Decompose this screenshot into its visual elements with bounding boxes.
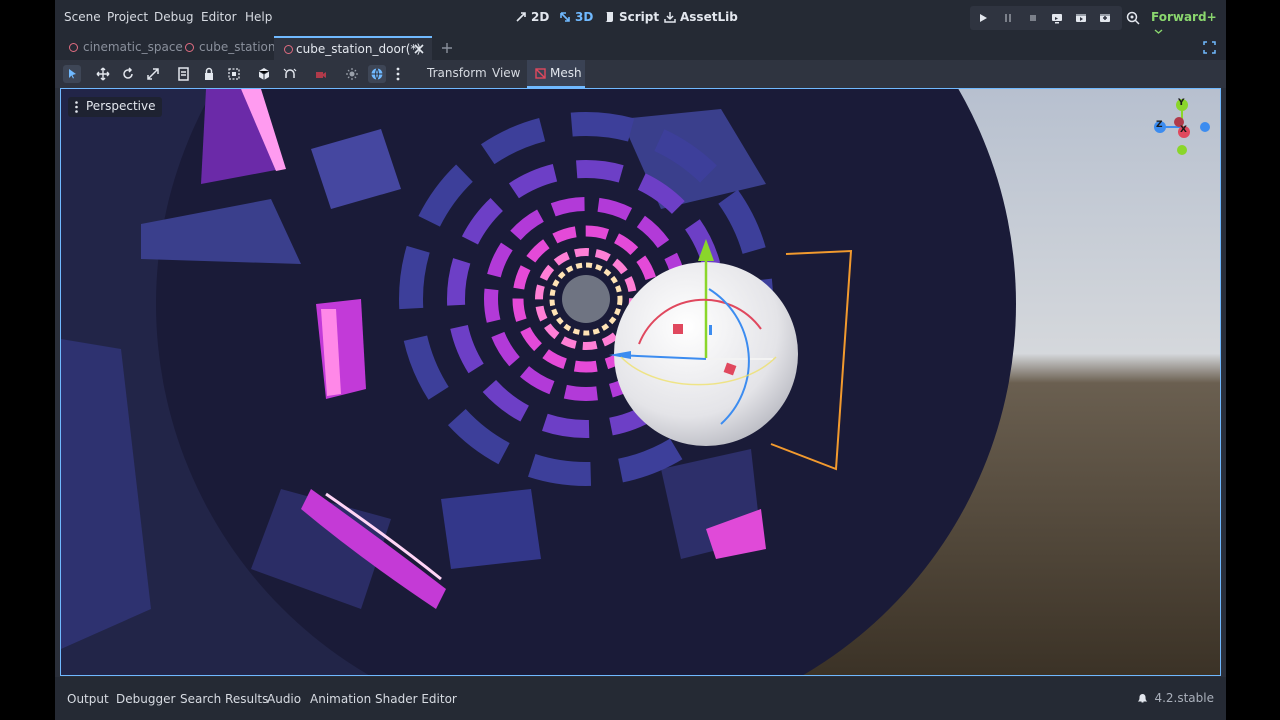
stop-icon[interactable] (1026, 11, 1040, 25)
group-button[interactable] (225, 65, 243, 83)
kebab-menu-icon (396, 67, 400, 81)
lock-button[interactable] (200, 65, 218, 83)
axis-label-z: Z (1156, 120, 1163, 130)
renderer-selector[interactable]: Forward+ (1151, 10, 1226, 38)
workspace-3d-label: 3D (575, 10, 594, 24)
orientation-gizmo[interactable]: Y Z X (1146, 97, 1211, 157)
kebab-menu-icon (75, 101, 78, 113)
tab-output[interactable]: Output (67, 692, 109, 706)
more-options-button[interactable] (393, 65, 403, 83)
axis-label-x: X (1180, 125, 1187, 135)
version-info[interactable]: 4.2.stable (1137, 691, 1214, 705)
menu-transform[interactable]: Transform (427, 66, 487, 80)
tab-label: cube_station_door(*) (296, 42, 422, 56)
menu-debug[interactable]: Debug (154, 10, 193, 24)
download-icon (664, 12, 676, 23)
workspace-assetlib-button[interactable]: AssetLib (664, 10, 738, 24)
perspective-label: Perspective (86, 99, 156, 113)
tab-animation[interactable]: Animation (310, 692, 371, 706)
menu-view[interactable]: View (492, 66, 520, 80)
select-arrow-icon (69, 69, 76, 79)
workspace-script-label: Script (619, 10, 660, 24)
play-scene-icon[interactable] (1074, 11, 1088, 25)
list-tool-button[interactable] (175, 65, 193, 83)
scene-tab-icon (185, 43, 194, 52)
3d-icon (560, 12, 570, 22)
list-select-icon (178, 67, 189, 81)
play-custom-scene-icon[interactable] (1098, 11, 1112, 25)
local-space-button[interactable] (255, 65, 273, 83)
tab-cube-station[interactable]: cube_station (185, 36, 276, 60)
scene-tabs: cinematic_space cube_station cube_statio… (55, 36, 1226, 60)
tab-search-results[interactable]: Search Results (180, 692, 268, 706)
tab-cube-station-door[interactable]: cube_station_door(*) (274, 36, 432, 60)
run-controls (970, 6, 1122, 30)
group-icon (228, 68, 240, 80)
lock-icon (205, 67, 213, 80)
scene-tab-icon (284, 45, 293, 54)
menu-project[interactable]: Project (107, 10, 148, 24)
menu-mesh-label: Mesh (550, 66, 582, 80)
tab-cinematic-space[interactable]: cinematic_space (69, 36, 183, 60)
menu-bar: Scene Project Debug Editor Help 2D 3D Sc… (55, 0, 1226, 36)
preview-camera-button[interactable] (312, 65, 330, 83)
add-tab-icon[interactable] (441, 42, 453, 54)
distraction-free-icon[interactable] (1203, 41, 1216, 54)
menu-help[interactable]: Help (245, 10, 272, 24)
menu-scene[interactable]: Scene (64, 10, 101, 24)
globe-icon (371, 68, 383, 81)
select-tool-button[interactable] (63, 65, 81, 83)
rotate-tool-button[interactable] (119, 65, 137, 83)
close-icon[interactable] (414, 44, 424, 54)
workspace-3d-button[interactable]: 3D (559, 10, 593, 24)
tab-label: cinematic_space (83, 40, 183, 54)
tab-debugger[interactable]: Debugger (116, 692, 175, 706)
scene-tab-icon (69, 43, 78, 52)
snap-icon (283, 68, 297, 78)
workspace-assetlib-label: AssetLib (680, 10, 738, 24)
menu-mesh[interactable]: Mesh (527, 60, 585, 88)
scale-icon (147, 68, 159, 80)
renderer-label: Forward+ (1151, 10, 1217, 24)
script-icon (605, 12, 613, 22)
workspace-2d-label: 2D (531, 10, 550, 24)
movie-maker-icon[interactable] (1126, 11, 1140, 25)
bottom-panel: Output Debugger Search Results Audio Ani… (55, 677, 1226, 720)
mesh-icon (535, 68, 546, 79)
menu-editor[interactable]: Editor (201, 10, 237, 24)
workspace-2d-button[interactable]: 2D (515, 10, 549, 24)
chevron-down-icon (1154, 29, 1163, 34)
tab-audio[interactable]: Audio (267, 692, 301, 706)
sun-icon (346, 68, 358, 80)
sun-preview-button[interactable] (343, 65, 361, 83)
move-tool-button[interactable] (94, 65, 112, 83)
2d-icon (516, 12, 526, 22)
rotate-icon (123, 67, 133, 79)
perspective-menu-button[interactable]: Perspective (68, 97, 162, 117)
snap-button[interactable] (281, 65, 299, 83)
move-icon (96, 67, 110, 81)
scale-tool-button[interactable] (144, 65, 162, 83)
cube-icon (258, 68, 270, 80)
viewport-toolbar: Transform View Mesh (55, 60, 1226, 88)
axis-label-y: Y (1178, 98, 1185, 108)
tab-shader-editor[interactable]: Shader Editor (375, 692, 457, 706)
3d-viewport[interactable]: Y Z X Perspective (60, 88, 1221, 676)
bell-icon (1138, 693, 1148, 702)
viewport-scene (61, 89, 1220, 675)
camera-icon (316, 72, 326, 78)
version-label: 4.2.stable (1154, 691, 1214, 705)
play-icon[interactable] (976, 11, 990, 25)
tab-label: cube_station (199, 40, 276, 54)
godot-editor-window: Scene Project Debug Editor Help 2D 3D Sc… (55, 0, 1226, 720)
workspace-script-button[interactable]: Script (603, 10, 659, 24)
remote-debug-icon[interactable] (1050, 11, 1064, 25)
environment-preview-button[interactable] (368, 65, 386, 83)
pause-icon[interactable] (1001, 11, 1015, 25)
